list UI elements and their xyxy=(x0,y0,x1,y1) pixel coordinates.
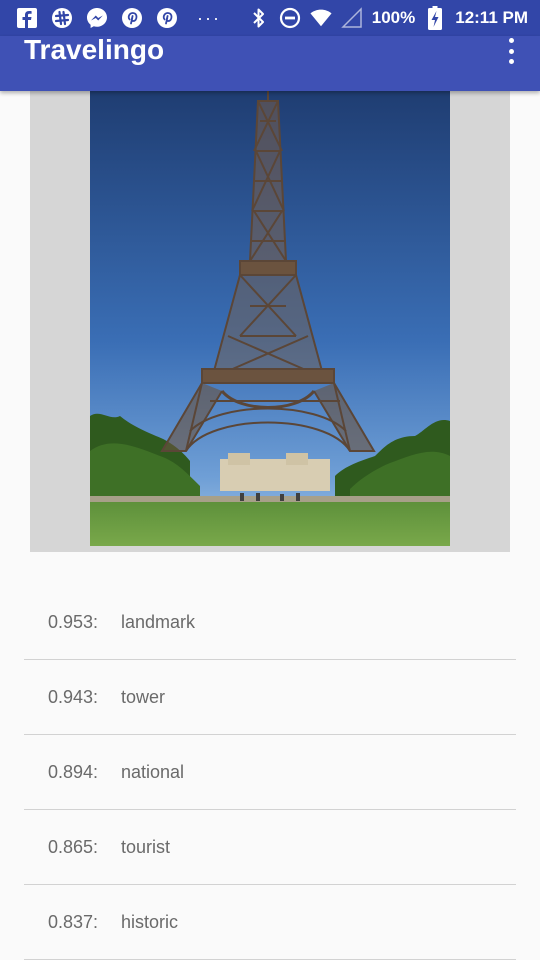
signal-icon xyxy=(340,7,363,29)
image-frame xyxy=(30,91,510,552)
landmark-photo[interactable] xyxy=(90,91,450,546)
label-name: historic xyxy=(121,911,179,932)
label-row[interactable]: 0.837: historic xyxy=(24,885,516,960)
label-name: landmark xyxy=(121,611,196,632)
more-notifications-icon: ··· xyxy=(197,7,221,28)
overflow-dot xyxy=(508,48,514,54)
eiffel-tower-illustration xyxy=(90,91,450,546)
label-list: 0.953: landmark 0.943: tower 0.894: nati… xyxy=(24,585,516,960)
label-row[interactable]: 0.865: tourist xyxy=(24,810,516,885)
app-bar: Travelingo xyxy=(0,36,540,91)
label-name: national xyxy=(121,761,185,782)
label-name: tower xyxy=(121,686,166,707)
pinterest-icon xyxy=(121,7,143,29)
pinterest-icon xyxy=(156,7,178,29)
do-not-disturb-icon xyxy=(279,7,301,29)
label-score: 0.837: xyxy=(48,911,99,932)
label-score: 0.953: xyxy=(48,611,99,632)
status-bar: ··· 100% 12:11 PM xyxy=(0,0,540,36)
messenger-icon xyxy=(86,7,108,29)
label-row[interactable]: 0.943: tower xyxy=(24,660,516,735)
slack-icon xyxy=(51,7,73,29)
overflow-menu-button[interactable] xyxy=(504,38,518,64)
label-row[interactable]: 0.894: national xyxy=(24,735,516,810)
battery-charging-icon xyxy=(424,6,446,30)
battery-percentage: 100% xyxy=(371,8,416,27)
label-score: 0.865: xyxy=(48,836,99,857)
label-score: 0.894: xyxy=(48,761,99,782)
wifi-icon xyxy=(310,7,332,29)
bluetooth-icon xyxy=(248,7,270,29)
overflow-dot xyxy=(508,59,514,64)
app-title: Travelingo xyxy=(24,34,165,65)
overflow-dot xyxy=(508,38,514,43)
label-name: tourist xyxy=(121,836,171,857)
label-score: 0.943: xyxy=(48,686,99,707)
facebook-icon xyxy=(16,7,38,29)
label-row[interactable]: 0.953: landmark xyxy=(24,585,516,660)
clock: 12:11 PM xyxy=(455,8,528,27)
